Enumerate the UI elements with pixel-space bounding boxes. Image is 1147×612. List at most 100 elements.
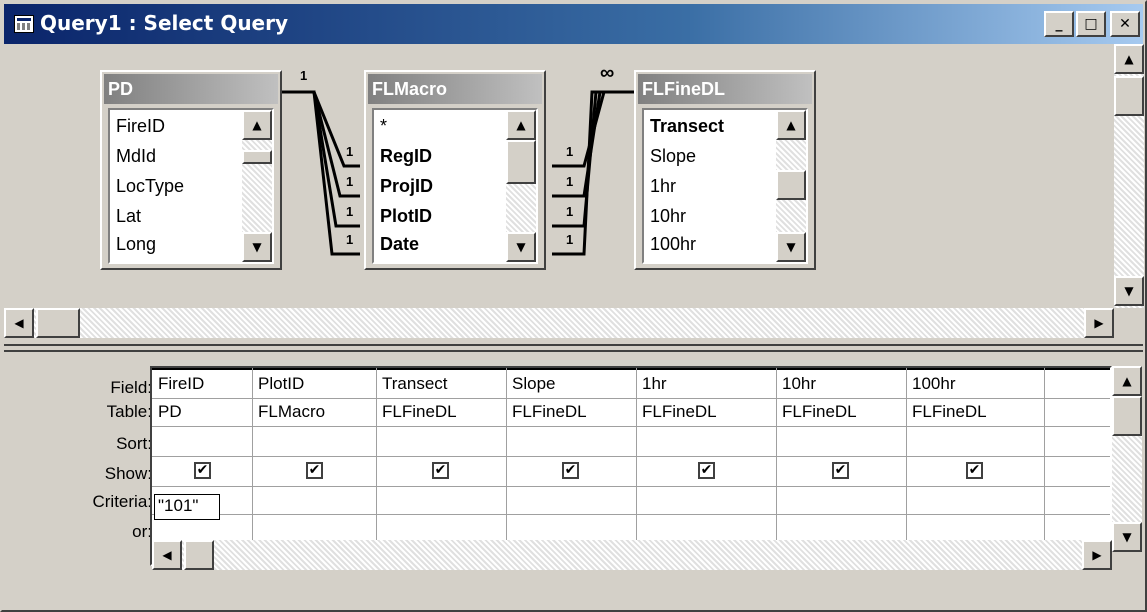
scroll-thumb[interactable]: [506, 140, 536, 184]
grid-field-cell[interactable]: 10hr: [782, 374, 816, 394]
grid-col-line: [636, 368, 637, 564]
field-item[interactable]: 1hr: [650, 176, 676, 197]
grid-field-cell[interactable]: Slope: [512, 374, 555, 394]
grid-show-checkbox[interactable]: ✔: [698, 462, 715, 479]
field-item[interactable]: Long: [116, 234, 156, 255]
field-item[interactable]: 10hr: [650, 206, 686, 227]
grid-show-checkbox[interactable]: ✔: [194, 462, 211, 479]
grid-table-cell[interactable]: FLFineDL: [782, 402, 857, 422]
field-item[interactable]: ProjID: [380, 176, 433, 197]
grid-row-line: [152, 514, 1110, 515]
row-label-sort: Sort:: [116, 434, 152, 453]
maximize-button[interactable]: □: [1076, 11, 1106, 37]
row-label-show: Show:: [104, 464, 152, 483]
minimize-button[interactable]: _: [1044, 11, 1074, 37]
grid-field-cell[interactable]: 1hr: [642, 374, 667, 394]
scroll-left-arrow-icon[interactable]: ◀: [4, 308, 34, 338]
join-cardinality-flfinedl: ∞: [600, 62, 615, 84]
scroll-up-arrow-icon[interactable]: ▲: [242, 110, 272, 140]
grid-table-cell[interactable]: FLFineDL: [382, 402, 457, 422]
scroll-up-arrow-icon[interactable]: ▲: [1112, 366, 1142, 396]
field-item[interactable]: Date: [380, 234, 419, 255]
query-design-grid[interactable]: FireID PD ✔ "101" PlotID FLMacro ✔ Trans…: [150, 366, 1112, 566]
scroll-down-arrow-icon[interactable]: ▼: [506, 232, 536, 262]
scroll-up-arrow-icon[interactable]: ▲: [506, 110, 536, 140]
grid-show-checkbox[interactable]: ✔: [832, 462, 849, 479]
grid-field-cell[interactable]: FireID: [158, 374, 204, 394]
grid-table-cell[interactable]: FLFineDL: [512, 402, 587, 422]
pane-splitter[interactable]: [4, 344, 1143, 352]
grid-header-selector[interactable]: [152, 368, 1110, 370]
window-title: Query1 : Select Query: [40, 11, 289, 35]
table-design-pane: 1 1 1 1 1 1 1 1 1 ∞ PD FireID MdId LocTy…: [4, 44, 1144, 344]
table-pane-horizontal-scrollbar[interactable]: ◀ ▶: [4, 308, 1114, 338]
field-list-scrollbar[interactable]: ▲ ▼: [506, 110, 536, 262]
grid-field-cell[interactable]: 100hr: [912, 374, 955, 394]
grid-table-cell[interactable]: FLMacro: [258, 402, 325, 422]
scroll-thumb[interactable]: [184, 540, 214, 570]
grid-show-checkbox[interactable]: ✔: [562, 462, 579, 479]
grid-row-line: [152, 426, 1110, 427]
join-cardinality-date-left: 1: [346, 232, 354, 247]
join-line-plotid-flfinedl: [552, 90, 634, 228]
grid-vertical-scrollbar[interactable]: ▲ ▼: [1112, 366, 1142, 552]
scroll-down-arrow-icon[interactable]: ▼: [776, 232, 806, 262]
field-item[interactable]: Lat: [116, 206, 141, 227]
grid-show-checkbox[interactable]: ✔: [306, 462, 323, 479]
field-list-scrollbar[interactable]: ▲ ▼: [776, 110, 806, 262]
field-item[interactable]: RegID: [380, 146, 432, 167]
query-window: Query1 : Select Query _ □ ✕ 1 1 1 1 1 1 …: [0, 0, 1147, 612]
field-item[interactable]: 100hr: [650, 234, 696, 255]
grid-criteria-cell[interactable]: "101": [158, 496, 198, 516]
join-cardinality-pd: 1: [300, 68, 308, 83]
field-list-box-flfinedl: Transect Slope 1hr 10hr 100hr ▲ ▼: [642, 108, 808, 264]
scroll-thumb[interactable]: [36, 308, 80, 338]
field-item[interactable]: MdId: [116, 146, 156, 167]
field-list-title-flfinedl[interactable]: FLFineDL: [638, 74, 812, 104]
field-item[interactable]: PlotID: [380, 206, 432, 227]
field-list-flfinedl[interactable]: FLFineDL Transect Slope 1hr 10hr 100hr ▲…: [634, 70, 816, 270]
scroll-thumb[interactable]: [1112, 396, 1142, 436]
table-pane-canvas: 1 1 1 1 1 1 1 1 1 ∞ PD FireID MdId LocTy…: [4, 44, 1114, 308]
field-item[interactable]: FireID: [116, 116, 165, 137]
field-list-flmacro[interactable]: FLMacro * RegID ProjID PlotID Date ▲ ▼: [364, 70, 546, 270]
scroll-thumb[interactable]: [776, 170, 806, 200]
scroll-right-arrow-icon[interactable]: ▶: [1082, 540, 1112, 570]
join-line-projid-flfinedl: [552, 90, 634, 198]
grid-horizontal-scrollbar[interactable]: ◀ ▶: [152, 540, 1112, 570]
scroll-thumb[interactable]: [242, 150, 272, 164]
field-list-title-pd[interactable]: PD: [104, 74, 278, 104]
grid-table-cell[interactable]: FLFineDL: [912, 402, 987, 422]
field-list-title-flmacro[interactable]: FLMacro: [368, 74, 542, 104]
field-item[interactable]: Slope: [650, 146, 696, 167]
grid-show-checkbox[interactable]: ✔: [432, 462, 449, 479]
grid-col-line: [252, 368, 253, 564]
field-item[interactable]: *: [380, 116, 387, 137]
join-cardinality-projid-right: 1: [566, 174, 574, 189]
field-list-box-pd: FireID MdId LocType Lat Long ▲ ▼: [108, 108, 274, 264]
grid-table-cell[interactable]: PD: [158, 402, 182, 422]
scroll-up-arrow-icon[interactable]: ▲: [1114, 44, 1144, 74]
grid-col-line: [1044, 368, 1045, 564]
scroll-up-arrow-icon[interactable]: ▲: [776, 110, 806, 140]
table-pane-vertical-scrollbar[interactable]: ▲ ▼: [1114, 44, 1144, 308]
grid-show-checkbox[interactable]: ✔: [966, 462, 983, 479]
scroll-thumb[interactable]: [1114, 76, 1144, 116]
scroll-down-arrow-icon[interactable]: ▼: [1112, 522, 1142, 552]
field-list-scrollbar[interactable]: ▲ ▼: [242, 110, 272, 262]
scroll-down-arrow-icon[interactable]: ▼: [242, 232, 272, 262]
row-label-criteria: Criteria:: [92, 492, 152, 511]
grid-field-cell[interactable]: PlotID: [258, 374, 304, 394]
field-item[interactable]: Transect: [650, 116, 724, 137]
scroll-left-arrow-icon[interactable]: ◀: [152, 540, 182, 570]
grid-field-cell[interactable]: Transect: [382, 374, 448, 394]
query-window-icon[interactable]: [14, 15, 34, 33]
field-item[interactable]: LocType: [116, 176, 184, 197]
join-cardinality-plotid-left: 1: [346, 204, 354, 219]
title-bar[interactable]: Query1 : Select Query _ □ ✕: [4, 4, 1143, 44]
scroll-right-arrow-icon[interactable]: ▶: [1084, 308, 1114, 338]
close-button[interactable]: ✕: [1110, 11, 1140, 37]
field-list-pd[interactable]: PD FireID MdId LocType Lat Long ▲ ▼: [100, 70, 282, 270]
scroll-down-arrow-icon[interactable]: ▼: [1114, 276, 1144, 306]
grid-table-cell[interactable]: FLFineDL: [642, 402, 717, 422]
